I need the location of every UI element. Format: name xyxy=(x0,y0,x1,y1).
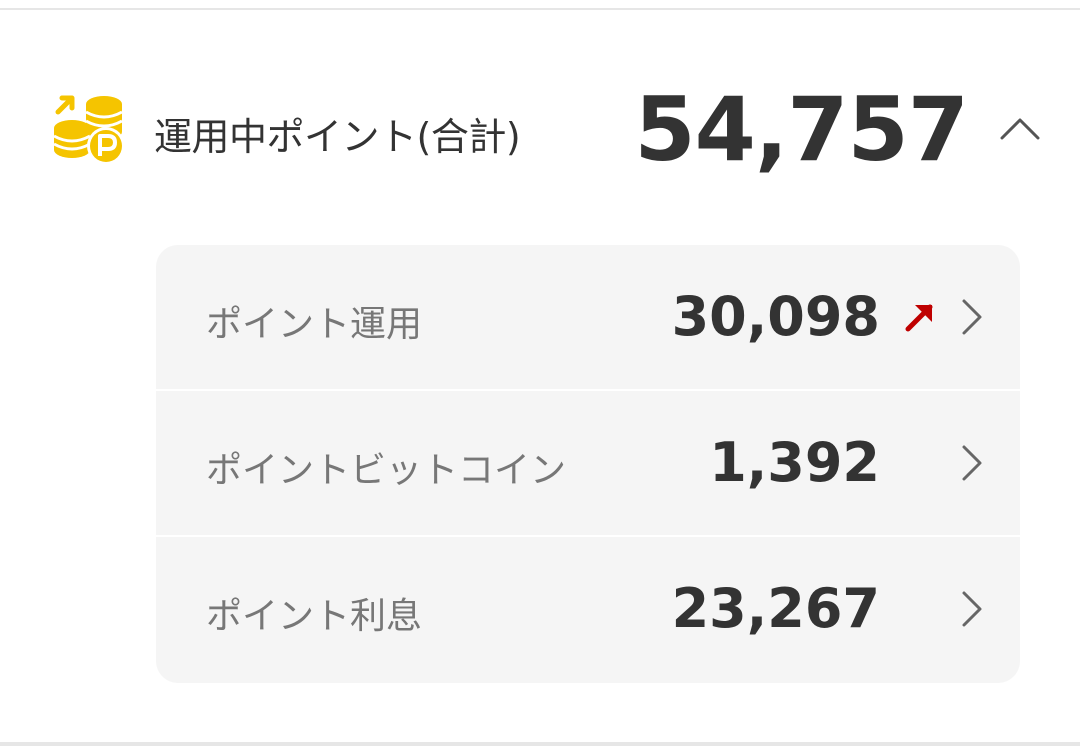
chevron-up-icon[interactable] xyxy=(990,108,1050,148)
detail-value: 30,098 xyxy=(671,285,880,348)
points-summary-page: 運用中ポイント(合計) 54,757 ポイント運用 30,098 ポイントビット… xyxy=(0,0,1080,752)
points-summary-title: 運用中ポイント(合計) xyxy=(154,115,521,159)
arrow-up-right-icon xyxy=(905,304,933,332)
chevron-right-icon xyxy=(962,591,982,627)
points-summary-header[interactable]: 運用中ポイント(合計) 54,757 xyxy=(0,80,1080,180)
detail-label: ポイント利息 xyxy=(206,596,423,637)
detail-value: 23,267 xyxy=(671,577,880,640)
detail-row-point-investment[interactable]: ポイント運用 30,098 xyxy=(156,245,1020,389)
points-breakdown-card: ポイント運用 30,098 ポイントビットコイン 1,392 ポイント利息 23… xyxy=(156,245,1020,683)
top-divider xyxy=(0,8,1080,10)
detail-row-point-interest[interactable]: ポイント利息 23,267 xyxy=(156,537,1020,681)
detail-row-point-bitcoin[interactable]: ポイントビットコイン 1,392 xyxy=(156,391,1020,535)
chevron-right-icon xyxy=(962,299,982,335)
chevron-right-icon xyxy=(962,445,982,481)
points-total-value: 54,757 xyxy=(634,78,969,181)
bottom-divider xyxy=(0,742,1080,746)
detail-label: ポイント運用 xyxy=(206,304,423,345)
detail-value: 1,392 xyxy=(709,431,880,494)
detail-label: ポイントビットコイン xyxy=(206,450,567,491)
coins-p-growth-icon xyxy=(53,95,125,165)
